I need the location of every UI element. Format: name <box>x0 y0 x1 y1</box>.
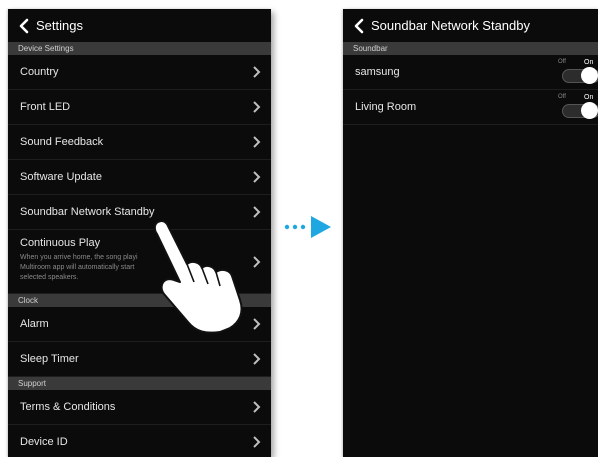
toggle-knob <box>581 67 598 84</box>
section-header-support: Support <box>8 377 271 390</box>
row-label: Front LED <box>20 101 71 113</box>
chevron-right-icon <box>253 318 261 330</box>
toggle-on-label: On <box>584 59 594 66</box>
toggle-off-label: Off <box>558 59 566 65</box>
chevron-left-icon <box>354 18 364 33</box>
row-label: Sleep Timer <box>20 353 79 365</box>
row-label: Living Room <box>355 101 417 113</box>
settings-row-sound-feedback[interactable]: Sound Feedback <box>8 125 271 160</box>
chevron-right-icon <box>253 353 261 365</box>
standby-toggle[interactable]: Off On <box>556 94 598 122</box>
back-button[interactable]: Soundbar Network Standby <box>343 9 598 42</box>
settings-row-country[interactable]: Country <box>8 55 271 90</box>
chevron-right-icon <box>253 66 261 78</box>
settings-row-software-update[interactable]: Software Update <box>8 160 271 195</box>
chevron-left-icon <box>19 18 29 33</box>
row-label: Software Update <box>20 171 102 183</box>
row-label: Country <box>20 66 59 78</box>
chevron-right-icon <box>253 436 261 448</box>
toggle-knob <box>581 102 598 119</box>
section-header-soundbar: Soundbar <box>343 42 598 55</box>
page-title: Soundbar Network Standby <box>371 18 530 33</box>
chevron-right-icon <box>253 171 261 183</box>
chevron-right-icon <box>253 101 261 113</box>
settings-row-front-led[interactable]: Front LED <box>8 90 271 125</box>
back-button[interactable]: Settings <box>8 9 271 42</box>
row-label: Device ID <box>20 436 68 448</box>
chevron-right-icon <box>253 136 261 148</box>
page-title: Settings <box>36 18 83 33</box>
transition-arrow-icon <box>284 216 331 238</box>
soundbar-network-standby-screen: Soundbar Network Standby Soundbar samsun… <box>343 9 598 457</box>
settings-row-terms-conditions[interactable]: Terms & Conditions <box>8 390 271 425</box>
row-label: Terms & Conditions <box>20 401 116 413</box>
toggle-off-label: Off <box>558 94 566 100</box>
pointing-hand-icon <box>153 220 243 334</box>
row-label: Continuous Play <box>20 237 101 249</box>
chevron-right-icon <box>253 206 261 218</box>
chevron-right-icon <box>253 401 261 413</box>
toggle-on-label: On <box>584 94 594 101</box>
row-label: samsung <box>355 66 400 78</box>
standby-toggle[interactable]: Off On <box>556 59 598 87</box>
chevron-right-icon <box>253 255 261 268</box>
row-label: Soundbar Network Standby <box>20 206 155 218</box>
speaker-row-samsung: samsung Off On <box>343 55 598 90</box>
section-header-device-settings: Device Settings <box>8 42 271 55</box>
row-label: Sound Feedback <box>20 136 104 148</box>
settings-row-sleep-timer[interactable]: Sleep Timer <box>8 342 271 377</box>
speaker-row-living-room: Living Room Off On <box>343 90 598 125</box>
settings-row-device-id[interactable]: Device ID <box>8 425 271 457</box>
row-label: Alarm <box>20 318 49 330</box>
